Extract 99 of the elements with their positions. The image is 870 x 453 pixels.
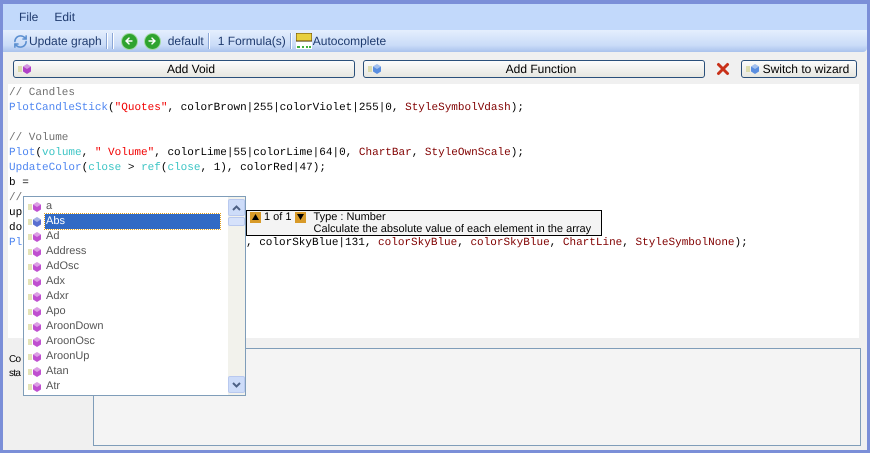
toolbar-button[interactable]: Autocomplete <box>296 33 386 49</box>
toolbar-label: 1 Formula(s) <box>218 34 286 48</box>
code-token: UpdateColor <box>9 162 82 174</box>
code-token: , <box>82 147 90 159</box>
cube-icon <box>28 260 42 272</box>
suggestion-item[interactable]: AroonUp <box>45 349 220 364</box>
suggestion-item[interactable]: Apo <box>45 304 220 319</box>
back-button[interactable] <box>122 34 137 48</box>
status-label: Co <box>9 353 20 367</box>
action-button[interactable]: Switch to wizard <box>741 60 857 78</box>
description-text: Calculate the absolute value of each element in the array <box>314 223 592 235</box>
suggestion-item[interactable]: Atr <box>45 379 220 394</box>
code-token: // Candles <box>9 87 76 99</box>
cube-icon <box>18 63 32 75</box>
code-token: , colorBrown|255|colorViolet|255|0, <box>167 102 400 114</box>
code-token: StyleSymbolNone <box>636 237 735 249</box>
chart-icon <box>296 33 312 49</box>
toolbar-button[interactable]: Update graph <box>13 34 102 48</box>
code-token: , colorSkyBlue|131, <box>246 237 372 249</box>
code-token: , colorLime|55|colorLime|64|0, <box>154 147 354 159</box>
cube-icon <box>28 246 42 258</box>
code-token: close <box>167 162 200 174</box>
code-token: ref <box>141 162 161 174</box>
triangle-down-icon <box>296 214 304 220</box>
cube-icon <box>28 366 42 378</box>
suggestion-item[interactable]: Ad <box>45 229 220 244</box>
cube-icon <box>28 320 42 332</box>
code-token: " Volume" <box>94 147 154 159</box>
code-token: colorSkyBlue <box>470 237 550 249</box>
code-token: do <box>9 222 22 234</box>
cube-icon <box>28 276 42 288</box>
suggestion-item[interactable]: Adx <box>45 274 220 289</box>
next-button[interactable] <box>294 212 306 222</box>
code-token: , <box>412 147 420 159</box>
code-token: ); <box>734 237 748 249</box>
suggestion-item[interactable]: Abs <box>45 214 220 229</box>
triangle-up-icon <box>252 214 259 220</box>
code-token: , 1), colorRed|47); <box>200 162 326 174</box>
code-token: close <box>88 162 122 174</box>
cube-icon <box>28 336 42 348</box>
code-token: Plot <box>9 147 36 159</box>
overload-counter: 1 of 1 <box>264 211 292 223</box>
code-token: PlotCandleStick <box>9 102 108 114</box>
code-token: Pl <box>9 237 22 249</box>
cube-icon <box>368 63 382 75</box>
suggestion-item[interactable]: AroonOsc <box>45 334 220 349</box>
menu-item[interactable]: Edit <box>48 8 82 26</box>
code-token: ( <box>35 147 42 159</box>
chevron-down-icon <box>232 382 241 388</box>
code-token: "Quotes" <box>114 102 168 114</box>
code-token: b = <box>9 177 29 189</box>
code-token: ); <box>510 147 524 159</box>
action-button[interactable]: Add Function <box>363 60 705 78</box>
suggestion-item[interactable]: AdOsc <box>45 259 220 274</box>
cube-icon <box>28 216 42 228</box>
forward-button[interactable] <box>144 34 160 48</box>
code-token: ( <box>160 162 168 174</box>
code-token: // Volume <box>9 132 68 144</box>
code-token: > <box>126 162 136 174</box>
suggestion-item[interactable]: Atan <box>45 364 220 379</box>
code-token: ( <box>82 162 88 174</box>
suggestion-item[interactable]: Address <box>45 244 220 259</box>
refresh-icon <box>13 34 28 48</box>
suggestion-item[interactable]: Adxr <box>45 289 220 304</box>
cube-icon <box>28 290 42 302</box>
code-token: // <box>9 192 22 204</box>
code-token: , <box>550 237 558 249</box>
cube-icon <box>746 63 760 75</box>
cube-icon <box>28 306 42 318</box>
code-token: volume <box>42 147 82 159</box>
code-token: StyleOwnScale <box>424 147 511 159</box>
suggestion-item[interactable]: a <box>45 199 220 214</box>
code-token: ( <box>108 102 115 114</box>
code-token: , <box>622 237 630 249</box>
menu-item[interactable]: File <box>13 8 44 26</box>
cube-icon <box>28 380 42 392</box>
cube-icon <box>28 350 42 362</box>
chevron-up-icon <box>232 204 241 210</box>
status-label: sta <box>9 367 20 381</box>
close-icon <box>714 60 732 78</box>
code-token: ChartBar <box>358 147 412 159</box>
action-button[interactable]: Add Void <box>13 60 355 78</box>
code-token: , <box>457 237 465 249</box>
left-arrow-icon <box>124 36 134 46</box>
previous-button[interactable] <box>250 212 261 222</box>
code-token: ); <box>510 102 524 114</box>
right-arrow-icon <box>147 36 158 46</box>
scroll-down-button[interactable] <box>228 376 245 393</box>
code-token: StyleSymbolVdash <box>405 102 511 114</box>
scroll-up-button[interactable] <box>228 199 245 216</box>
type-text: Type : Number <box>314 211 387 223</box>
cube-icon <box>28 200 42 212</box>
toolbar-label: default <box>168 34 204 48</box>
code-token: up <box>9 207 22 219</box>
suggestion-item[interactable]: AroonDown <box>45 319 220 334</box>
code-token: colorSkyBlue <box>378 237 458 249</box>
code-token: ChartLine <box>562 237 622 249</box>
scroll-thumb[interactable] <box>228 217 245 226</box>
cube-icon <box>28 230 42 242</box>
